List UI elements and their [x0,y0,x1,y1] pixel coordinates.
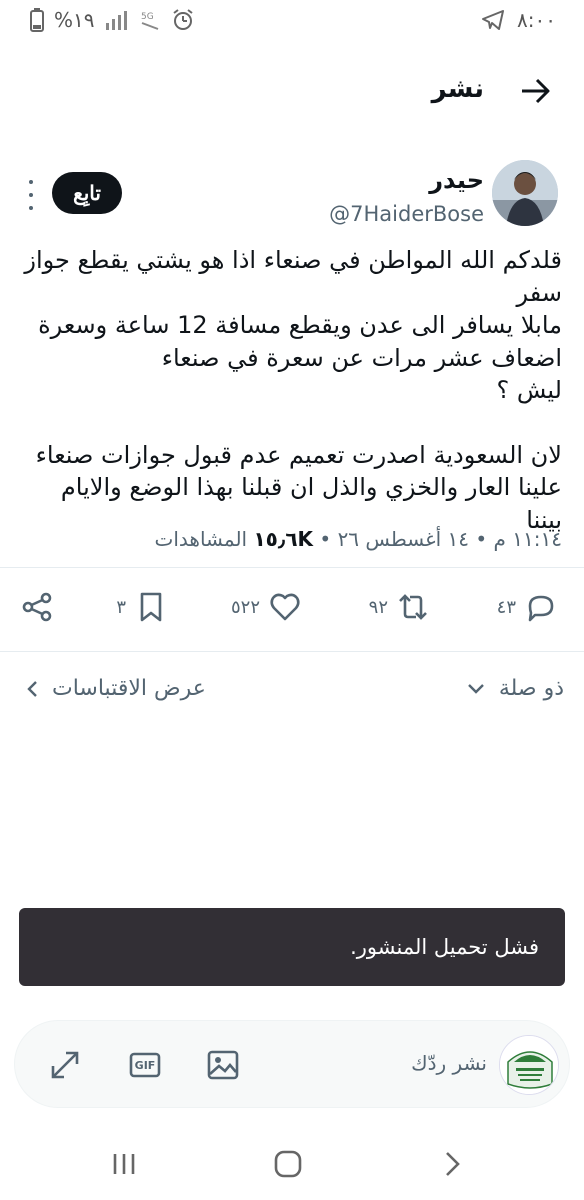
reply-input[interactable]: نشر ردّك [411,1051,487,1075]
display-name[interactable]: حيدر [429,166,484,194]
like-button[interactable]: ٥٢٢ [231,584,302,630]
image-icon[interactable] [205,1047,241,1083]
follow-button[interactable]: تابِع [52,172,122,214]
divider [0,567,584,568]
relevance-dropdown[interactable]: ذو صلة [467,676,564,701]
heart-icon [270,593,300,621]
recent-apps-icon[interactable] [106,1146,142,1182]
reply-avatar [499,1035,559,1095]
retweet-icon [399,594,427,620]
signal-icon [105,11,127,30]
like-count: ٥٢٢ [230,596,260,618]
bookmark-count: ٣ [116,596,126,618]
tweet-line: مابلا يسافر الى عدن ويقطع مسافة 12 ساعة … [38,311,562,372]
tweet-line: لان السعودية اصدرت تعميم عدم قبول جوازات… [35,440,562,534]
chevron-left-icon [27,680,37,697]
view-quotes-link[interactable]: عرض الاقتباسات [26,676,206,701]
battery-icon [30,8,44,32]
top-bar: نشر [0,66,584,116]
status-left: %١٩ 5G [30,8,195,32]
avatar[interactable] [492,160,558,226]
status-bar: %١٩ 5G ٨:٠٠ [0,0,584,40]
arrow-right-icon[interactable] [518,74,552,108]
user-handle[interactable]: @7HaiderBose [329,202,484,226]
page-title: نشر [431,74,484,104]
svg-text:5G: 5G [141,12,154,22]
views-count: ١٥٫٦K [253,527,314,551]
tweet-line: قلدكم الله المواطن في صنعاء اذا هو يشتي … [24,246,562,307]
system-nav-bar [0,1130,584,1200]
retweet-button[interactable]: ٩٢ [369,584,430,630]
tweet-line: ليش ؟ [496,376,562,404]
divider [0,651,584,652]
more-options-icon[interactable] [26,180,36,210]
share-icon [22,592,52,622]
views-label: المشاهدات [154,527,248,551]
bookmark-icon [140,592,162,622]
tweet-meta: ١١:١٤ م • ١٤ أغسطس ٢٦ • ١٥٫٦K المشاهدات [154,527,562,551]
tweet-text: قلدكم الله المواطن في صنعاء اذا هو يشتي … [22,244,562,536]
avatar-image [500,1036,558,1094]
tweet-header: حيدر @7HaiderBose تابِع [0,156,584,236]
chevron-down-icon [467,683,484,694]
home-icon[interactable] [270,1146,306,1182]
tweet-time: ١١:١٤ م [493,527,562,551]
quotes-label: عرض الاقتباسات [52,676,206,701]
telegram-icon [482,10,505,30]
tweet-date: ١٤ أغسطس ٢٦ [337,527,470,551]
share-button[interactable] [20,584,54,630]
error-toast: فشل تحميل المنشور. [19,908,565,986]
expand-icon[interactable] [47,1047,83,1083]
replies-filter-row: ذو صلة عرض الاقتباسات [0,676,584,716]
tweet-actions: ٤٣ ٩٢ ٥٢٢ ٣ [0,584,584,630]
bookmark-button[interactable]: ٣ [116,584,168,630]
toast-message: فشل تحميل المنشور. [350,935,539,959]
back-icon[interactable] [434,1146,470,1182]
avatar-image [492,160,558,226]
alarm-icon [172,9,193,30]
gif-label: GIF [134,1058,156,1072]
status-time: ٨:٠٠ [517,8,556,32]
reply-count: ٤٣ [496,596,516,618]
status-right: ٨:٠٠ [481,8,556,32]
battery-percent: %١٩ [54,8,95,32]
reply-composer[interactable]: نشر ردّك GIF [14,1020,570,1108]
reply-button[interactable]: ٤٣ [497,584,558,630]
volte-icon: 5G [141,12,158,30]
gif-button[interactable]: GIF [127,1047,163,1083]
reply-icon [528,595,554,622]
relevance-label: ذو صلة [498,676,564,701]
retweet-count: ٩٢ [368,596,388,618]
